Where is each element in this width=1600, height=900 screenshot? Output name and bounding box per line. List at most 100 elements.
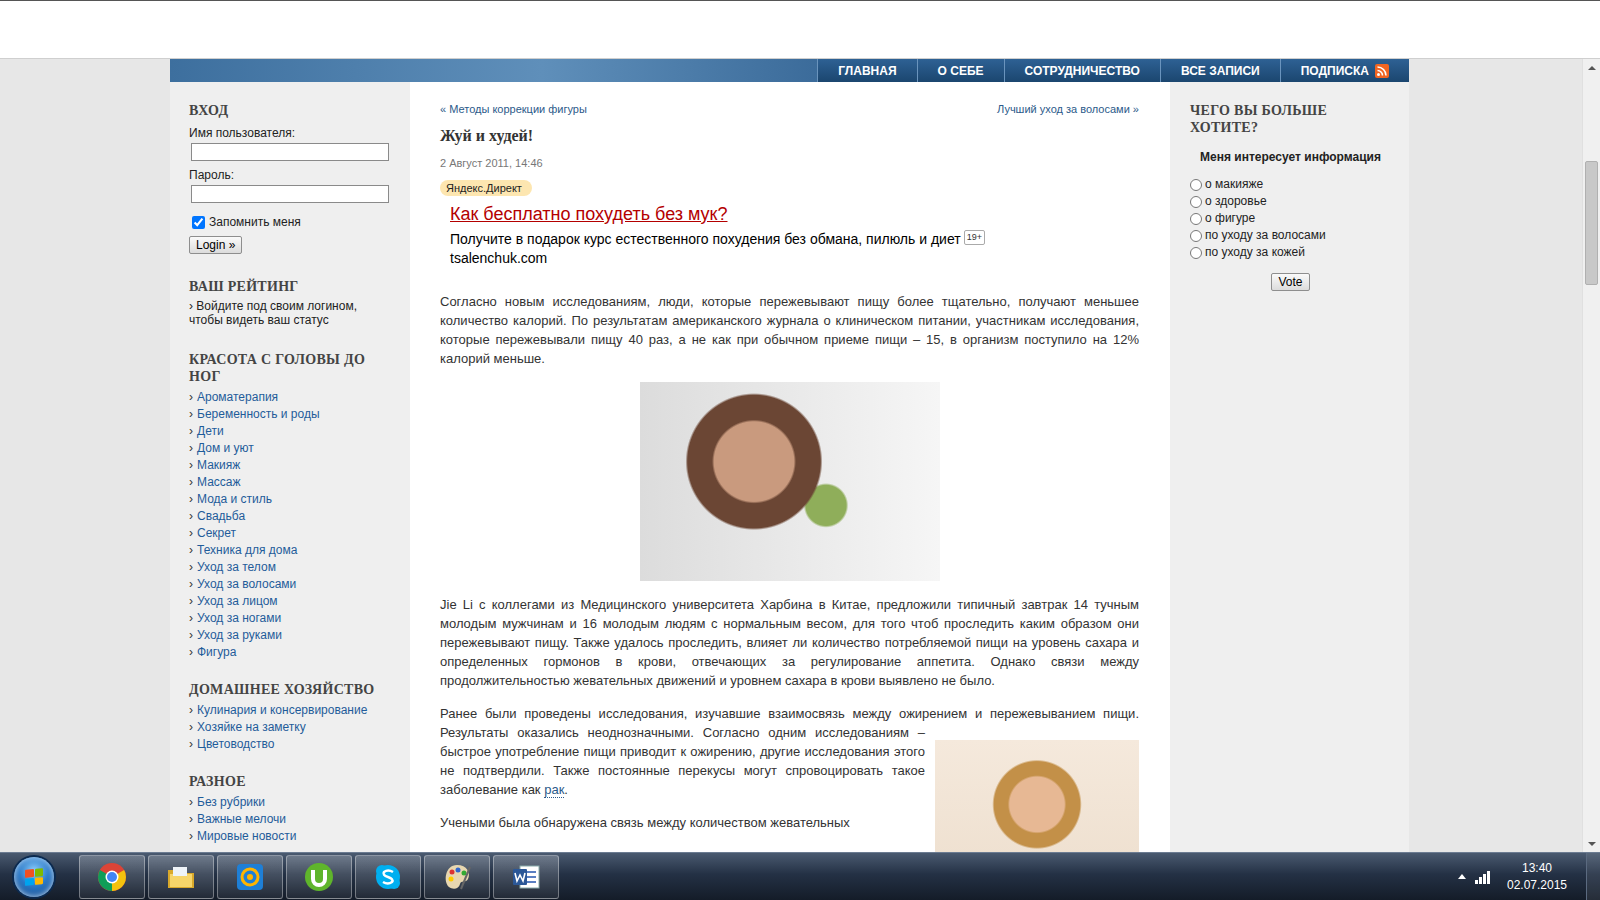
- category-link[interactable]: Уход за лицом: [197, 594, 278, 608]
- bullet: ›: [189, 475, 193, 489]
- vote-wrap: Vote: [1190, 273, 1391, 291]
- bullet: ›: [189, 737, 193, 751]
- bullet: ›: [189, 795, 193, 809]
- article-photo: [640, 382, 940, 581]
- nav-item[interactable]: О СЕБЕ: [917, 59, 1004, 82]
- bullet: ›: [189, 812, 193, 826]
- prev-post-link[interactable]: « Методы коррекции фигуры: [440, 102, 587, 116]
- checkbox[interactable]: [192, 216, 205, 229]
- clock[interactable]: 13:4002.07.2015: [1496, 860, 1578, 894]
- category-link[interactable]: Уход за волосами: [197, 577, 296, 591]
- post-nav: « Методы коррекции фигуры Лучший уход за …: [440, 102, 1139, 116]
- category-link[interactable]: Массаж: [197, 475, 241, 489]
- bullet: ›: [189, 645, 193, 659]
- radio[interactable]: [1190, 179, 1202, 191]
- taskbar-app[interactable]: [79, 855, 145, 899]
- category-link[interactable]: Уход за ногами: [197, 611, 281, 625]
- scroll-up-icon[interactable]: [1583, 59, 1600, 76]
- category-link[interactable]: Техника для дома: [197, 543, 297, 557]
- taskbar-app[interactable]: [217, 855, 283, 899]
- category-list: › Кулинария и консервирование › Хозяйке на …: [189, 702, 394, 753]
- bullet: ›: [189, 526, 193, 540]
- scroll-thumb[interactable]: [1585, 161, 1598, 285]
- category-link[interactable]: Секрет: [197, 526, 236, 540]
- page-column: ГЛАВНАЯО СЕБЕСОТРУДНИЧЕСТВОВСЕ ЗАПИСИПОД…: [170, 59, 1409, 852]
- ad-badge: Яндекс.Директ: [440, 180, 532, 196]
- login-button[interactable]: Login »: [189, 236, 242, 254]
- bullet: ›: [189, 407, 193, 421]
- category-link[interactable]: Беременность и роды: [197, 407, 320, 421]
- radio[interactable]: [1190, 230, 1202, 242]
- mail-icon: [234, 861, 266, 893]
- ad-block: Как бесплатно похудеть без мук?Получите …: [450, 202, 1139, 268]
- taskbar-app[interactable]: [148, 855, 214, 899]
- category-link[interactable]: Свадьба: [197, 509, 245, 523]
- category-item: › Без рубрики: [189, 794, 394, 811]
- category-link[interactable]: Без рубрики: [197, 795, 265, 809]
- category-link[interactable]: Уход за телом: [197, 560, 276, 574]
- scroll-track[interactable]: [1583, 76, 1600, 835]
- bullet: ›: [189, 720, 193, 734]
- inline-link[interactable]: рак: [544, 782, 564, 798]
- category-item: › Важные мелочи: [189, 811, 394, 828]
- poll-option[interactable]: о фигуре: [1190, 210, 1391, 227]
- poll-title: ЧЕГО ВЫ БОЛЬШЕ ХОТИТЕ?: [1190, 102, 1391, 136]
- poll-option[interactable]: по уходу за волосами: [1190, 227, 1391, 244]
- rating-title: ВАШ РЕЙТИНГ: [189, 278, 394, 295]
- network-icon[interactable]: [1474, 869, 1492, 885]
- nav-item[interactable]: ВСЕ ЗАПИСИ: [1160, 59, 1280, 82]
- category-link[interactable]: Хозяйке на заметку: [197, 720, 306, 734]
- nav-item[interactable]: СОТРУДНИЧЕСТВО: [1004, 59, 1160, 82]
- username-input[interactable]: [191, 143, 389, 161]
- category-item: ›Мировые новости: [189, 828, 394, 845]
- category-link[interactable]: Мода и стиль: [197, 492, 272, 506]
- category-link[interactable]: Цветоводство: [197, 737, 275, 751]
- category-link[interactable]: Ароматерапия: [197, 390, 278, 404]
- post-title: Жуй и худей!: [440, 126, 1139, 146]
- scrollbar[interactable]: [1582, 59, 1600, 852]
- radio[interactable]: [1190, 213, 1202, 225]
- taskbar-app[interactable]: [424, 855, 490, 899]
- category-link[interactable]: Макияж: [197, 458, 240, 472]
- category-link[interactable]: Дом и уют: [197, 441, 254, 455]
- password-input[interactable]: [191, 185, 389, 203]
- vote-button[interactable]: Vote: [1271, 273, 1309, 291]
- ad-title[interactable]: Как бесплатно похудеть без мук?: [450, 202, 1139, 226]
- skype-icon: [372, 861, 404, 893]
- taskbar-app[interactable]: [286, 855, 352, 899]
- category-link[interactable]: Мировые новости: [197, 829, 296, 843]
- bullet: ›: [189, 628, 193, 642]
- system-tray: 13:4002.07.2015: [1450, 853, 1600, 900]
- category-item: ›Макияж: [189, 457, 394, 474]
- radio[interactable]: [1190, 247, 1202, 259]
- remember-checkbox[interactable]: Запомнить меня: [189, 215, 394, 230]
- category-link[interactable]: Дети: [197, 424, 224, 438]
- taskbar-app[interactable]: [355, 855, 421, 899]
- poll-option[interactable]: по уходу за кожей: [1190, 244, 1391, 261]
- category-list: › Без рубрики › Важные мелочи ›Мировые новос…: [189, 794, 394, 845]
- scroll-down-icon[interactable]: [1583, 835, 1600, 852]
- poll-option[interactable]: о макияже: [1190, 176, 1391, 193]
- poll-option[interactable]: о здоровье: [1190, 193, 1391, 210]
- nav-item[interactable]: ГЛАВНАЯ: [817, 59, 916, 82]
- category-link[interactable]: Фигура: [197, 645, 236, 659]
- next-post-link[interactable]: Лучший уход за волосами »: [997, 102, 1139, 116]
- poll-question: Меня интересует информация: [1190, 150, 1391, 164]
- radio[interactable]: [1190, 196, 1202, 208]
- start-button[interactable]: [14, 857, 54, 897]
- tray-expand-icon[interactable]: [1450, 874, 1474, 879]
- category-item: ›Уход за волосами: [189, 576, 394, 593]
- taskbar-app[interactable]: [493, 855, 559, 899]
- ad-url[interactable]: tsalenchuk.com: [450, 249, 1139, 268]
- rating-text: › Войдите под своим логином, чтобы видет…: [189, 299, 394, 327]
- category-link[interactable]: Уход за руками: [197, 628, 282, 642]
- paragraph: Ранее были проведены исследования, изуча…: [440, 704, 1139, 799]
- category-link[interactable]: Кулинария и консервирование: [197, 703, 367, 717]
- article: « Методы коррекции фигуры Лучший уход за …: [410, 82, 1170, 852]
- taskbar: 13:4002.07.2015: [0, 852, 1600, 900]
- category-link[interactable]: Важные мелочи: [197, 812, 286, 826]
- nav-item[interactable]: ПОДПИСКА: [1280, 59, 1409, 82]
- category-item: ›Уход за ногами: [189, 610, 394, 627]
- category-title: КРАСОТА С ГОЛОВЫ ДО НОГ: [189, 351, 394, 385]
- show-desktop-button[interactable]: [1586, 853, 1600, 900]
